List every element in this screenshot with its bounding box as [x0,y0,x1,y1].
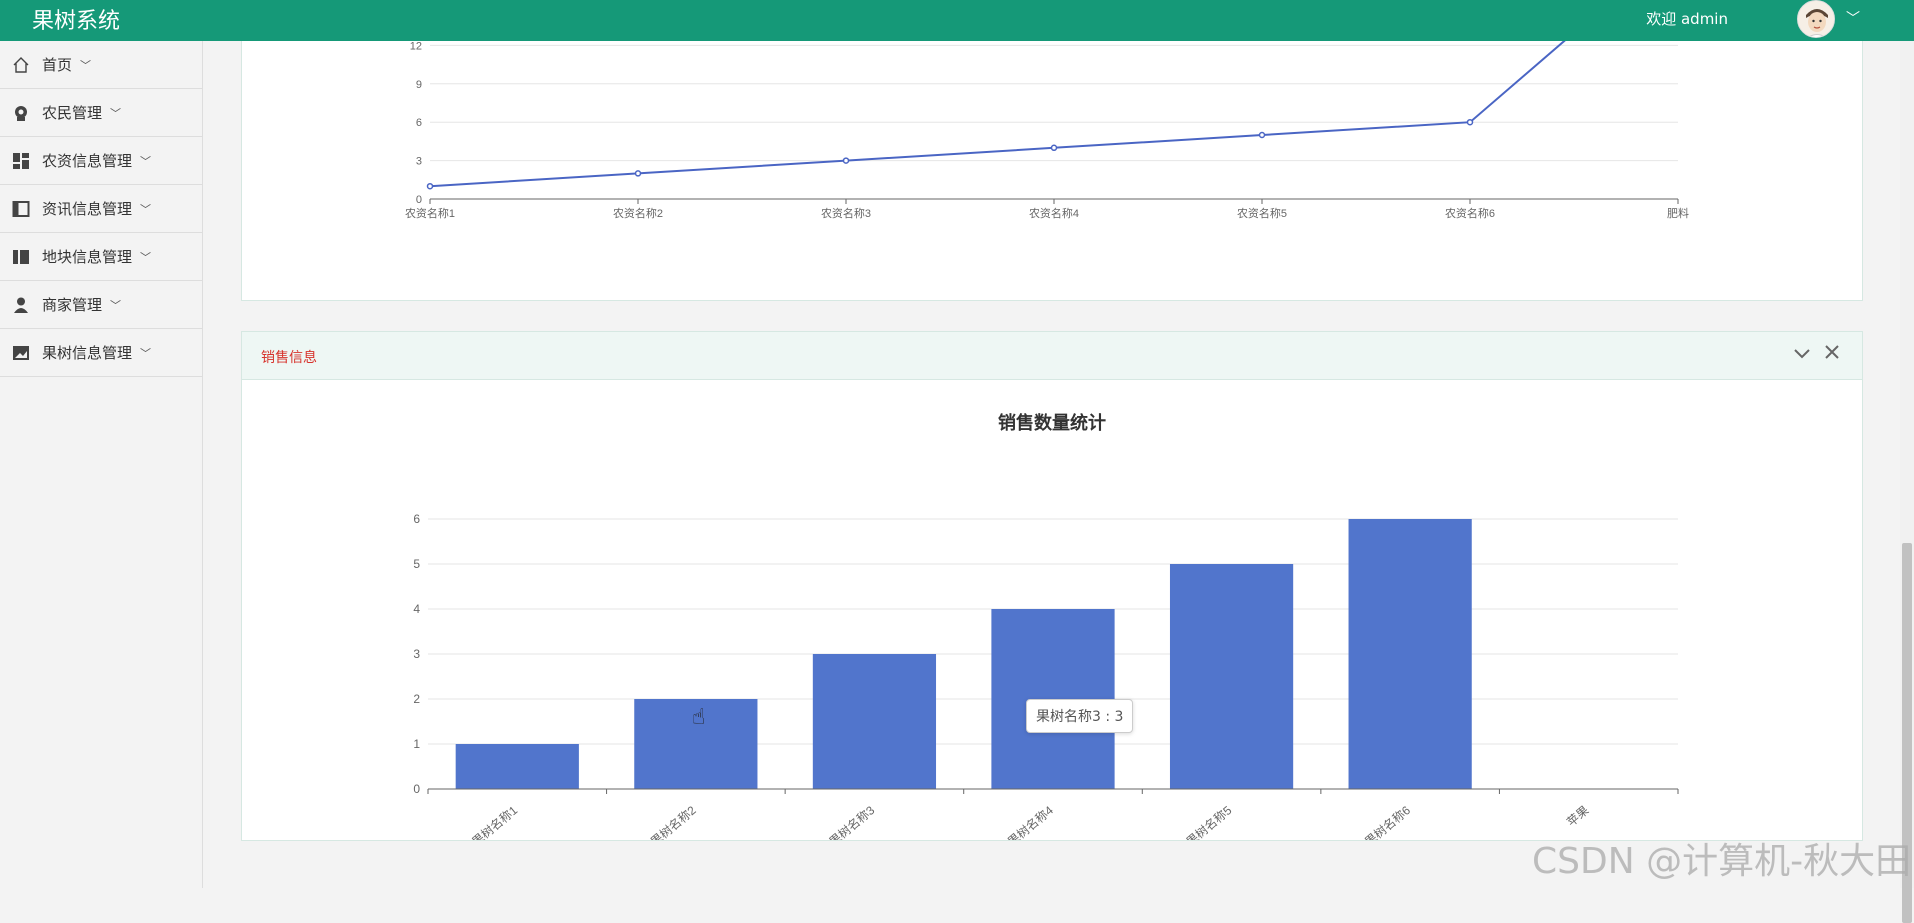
close-button[interactable] [1824,344,1840,365]
scrollbar[interactable] [1900,41,1914,923]
sidebar-item-label: 果树信息管理 [42,344,133,362]
panel-header: 销售信息 [242,332,1862,380]
sales-bar-chart: 销售数量统计 0 1 2 3 4 5 6 果树名称1 果树名称2 果树名称3 果树名称4 果树名称5 果树… [413,412,1679,849]
sales-panel: 销售信息 销售数量统计 0 1 2 3 4 5 6 果树名称1 果树名称2 果树名称3 果树名称4 果树… [241,331,1863,849]
sidebar-item-label: 资讯信息管理 [42,200,133,218]
app-title: 果树系统 [32,9,121,34]
bar [1348,519,1472,789]
x-tick-label: 农资名称2 [613,206,663,220]
chevron-down-icon: ﹀ [80,58,92,72]
y-tick-label: 3 [416,156,422,168]
y-tick-label: 3 [413,647,420,661]
chevron-down-icon: ﹀ [110,298,122,312]
chart-tooltip: 果树名称3 : 3 [1026,699,1134,733]
welcome-text: 欢迎 admin [1646,10,1728,28]
sidebar-item-supplies[interactable]: 农资信息管理 ﹀ [0,137,202,185]
sidebar-item-label: 首页 [42,56,73,74]
data-point [426,182,434,190]
x-tick-label: 苹果 [1564,803,1591,829]
dashboard-icon [12,152,30,170]
data-point [1050,144,1058,152]
x-tick-label: 农资名称5 [1237,206,1287,220]
sidebar: 首页 ﹀ 农民管理 ﹀ 农资信息管理 ﹀ 资讯信息管理 ﹀ 地块信息管理 ﹀ 商… [0,41,203,888]
avatar-icon [1798,1,1834,37]
y-tick-label: 4 [413,602,420,616]
data-point [1466,118,1474,126]
sidebar-item-merchants[interactable]: 商家管理 ﹀ [0,281,202,329]
user-badge-icon [12,104,30,122]
sidebar-item-farmers[interactable]: 农民管理 ﹀ [0,89,202,137]
x-tick-label: 果树名称6 [1361,802,1413,840]
image-icon [12,344,30,362]
y-tick-label: 1 [413,737,420,751]
close-icon [1825,345,1839,359]
y-tick-label: 9 [416,79,422,91]
y-tick-label: 2 [413,692,420,706]
chart-title: 销售数量统计 [998,412,1106,433]
y-tick-label: 0 [416,194,422,206]
chevron-down-icon: ﹀ [140,154,152,168]
top-bar: 果树系统 欢迎 admin ﹀ [0,0,1914,41]
x-tick-label: 农资名称3 [821,206,871,220]
sidebar-item-label: 地块信息管理 [42,248,133,266]
columns-icon [12,248,30,266]
y-tick-label: 6 [413,512,420,526]
y-tick-label: 6 [416,117,422,129]
data-point [1258,131,1266,139]
y-tick-label: 5 [413,557,420,571]
panel-icon [12,200,30,218]
home-icon [12,56,30,74]
x-tick-label: 果树名称1 [469,802,521,840]
data-point [634,170,642,177]
y-tick-label: 0 [413,782,420,796]
bar [1169,564,1294,789]
sidebar-item-label: 农资信息管理 [42,152,133,170]
chevron-down-icon: ﹀ [140,250,152,264]
chevron-down-icon: ﹀ [140,202,152,216]
sidebar-item-news[interactable]: 资讯信息管理 ﹀ [0,185,202,233]
chevron-down-icon: ﹀ [110,106,122,120]
bar [812,654,937,789]
x-tick-label: 果树名称2 [647,802,699,840]
x-tick-label: 农资名称1 [405,206,455,220]
x-tick-label: 肥料 [1667,206,1689,220]
x-tick-label: 农资名称6 [1445,206,1495,220]
collapse-button[interactable] [1793,344,1811,367]
x-tick-label: 果树名称3 [826,802,878,840]
sidebar-item-label: 农民管理 [42,104,103,122]
sidebar-item-label: 商家管理 [42,296,103,314]
sidebar-item-plots[interactable]: 地块信息管理 ﹀ [0,233,202,281]
panel-title: 销售信息 [261,350,317,366]
x-tick-label: 果树名称5 [1183,802,1235,840]
avatar[interactable] [1797,0,1835,38]
bar [455,744,579,789]
chevron-down-icon[interactable]: ﹀ [1846,8,1860,28]
hand-cursor-icon: ☝ [692,705,706,730]
sidebar-item-home[interactable]: 首页 ﹀ [0,41,202,89]
watermark: CSDN @计算机-秋大田 [1532,841,1912,882]
supplies-chart-panel: 0 3 6 9 12 农资名称1 农资名称2 农资名称3 农资名称4 农资名称5 农资名称6 肥料 [241,40,1863,301]
y-tick-label: 12 [410,41,422,52]
x-tick-label: 农资名称4 [1029,206,1079,220]
x-tick-label: 果树名称4 [1004,802,1056,840]
series-line [429,41,1566,188]
data-point [842,157,850,164]
person-icon [12,296,30,314]
chevron-down-icon [1794,349,1810,359]
chevron-down-icon: ﹀ [140,346,152,360]
sidebar-item-fruit-trees[interactable]: 果树信息管理 ﹀ [0,329,202,377]
supplies-line-chart: 0 3 6 9 12 农资名称1 农资名称2 农资名称3 农资名称4 农资名称5 农资名称6 肥料 [405,40,1689,220]
